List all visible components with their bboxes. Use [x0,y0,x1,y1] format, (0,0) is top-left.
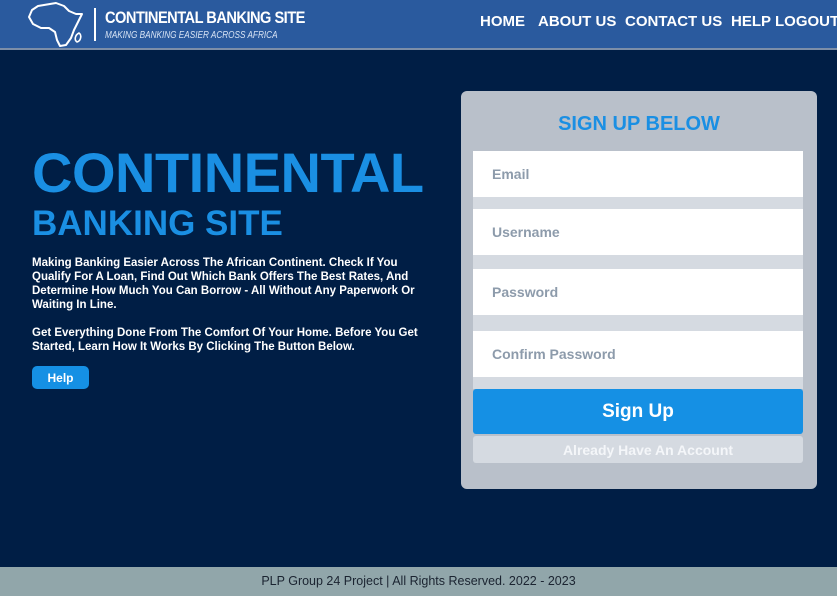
signup-card: SIGN UP BELOW Sign Up Already Have An Ac… [461,91,817,489]
footer-copyright: PLP Group 24 Project | All Rights Reserv… [261,574,576,588]
field-separator [473,315,803,331]
hero-subtitle: BANKING SITE [32,204,283,243]
hero-title: CONTINENTAL [32,141,424,204]
nav-help[interactable]: HELP [731,13,771,30]
nav-about-us[interactable]: ABOUT US [538,13,616,30]
nav-home[interactable]: HOME [480,13,525,30]
nav-logout[interactable]: LOGOUT [775,13,837,30]
top-navbar: CONTINENTAL BANKING SITE MAKING BANKING … [0,0,837,50]
main-nav: HOME ABOUT US CONTACT US HELP LOGOUT [0,13,837,33]
help-button[interactable]: Help [32,366,89,389]
footer: PLP Group 24 Project | All Rights Reserv… [0,567,837,596]
signup-title: SIGN UP BELOW [558,113,720,135]
field-separator [473,255,803,269]
hero-instructions: Get Everything Done From The Comfort Of … [32,327,418,353]
hero-description: Making Banking Easier Across The African… [32,257,415,311]
field-separator [473,195,803,209]
username-field[interactable] [473,209,803,255]
field-separator [473,377,803,389]
sign-up-button[interactable]: Sign Up [473,389,803,434]
already-have-account-button[interactable]: Already Have An Account [473,436,803,463]
email-field[interactable] [473,151,803,197]
password-field[interactable] [473,269,803,315]
confirm-password-field[interactable] [473,331,803,377]
nav-contact-us[interactable]: CONTACT US [625,13,722,30]
